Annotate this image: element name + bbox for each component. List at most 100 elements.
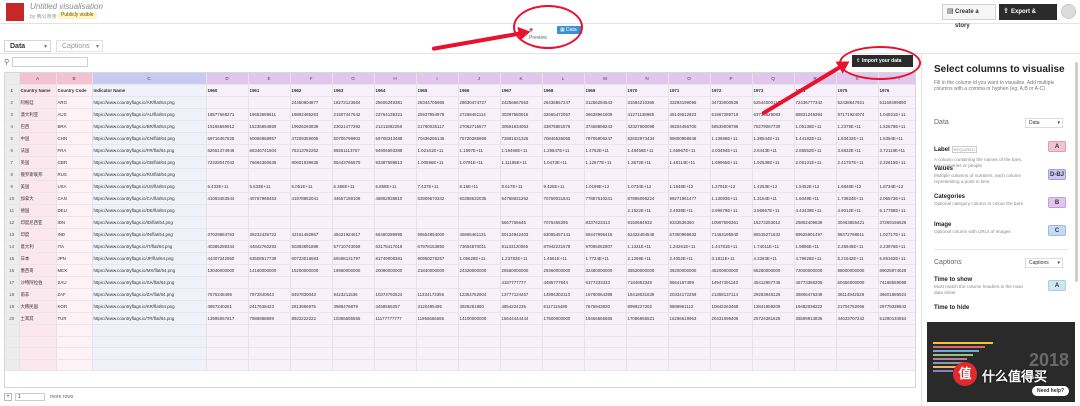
data-cell[interactable]: 2.41757E+11	[836, 156, 879, 170]
data-cell[interactable]: 53909570342	[416, 192, 459, 206]
sheet-select[interactable]: Data ▾	[4, 40, 51, 52]
data-cell[interactable]	[584, 168, 627, 182]
data-cell[interactable]: 美国	[19, 180, 57, 194]
data-cell[interactable]: 39200000000	[668, 264, 711, 278]
binding-time-to-show-input[interactable]: A	[1048, 280, 1066, 291]
data-cell[interactable]: 8337423313	[584, 216, 627, 230]
need-help-button[interactable]: Need help?	[1032, 386, 1069, 396]
data-cell[interactable]: 74188559098	[878, 276, 915, 290]
data-cell[interactable]: 3120495495	[416, 300, 459, 314]
data-cell[interactable]: 1.2379E+11	[836, 120, 879, 134]
data-cell[interactable]: 67978153850	[416, 240, 459, 254]
data-cell[interactable]	[416, 204, 459, 218]
data-cell[interactable]: 15165569912	[206, 120, 249, 134]
data-cell[interactable]: 5.17788E+11	[878, 204, 915, 218]
data-cell[interactable]: 1.48456E+11	[626, 144, 669, 158]
row-number[interactable]: 7	[5, 156, 20, 170]
data-cell[interactable]	[290, 276, 333, 290]
data-cell[interactable]	[56, 359, 93, 372]
data-cell[interactable]: 52438647921	[836, 96, 879, 110]
data-cell[interactable]	[836, 359, 879, 372]
data-cell[interactable]: 1.0473E+11	[542, 156, 585, 170]
data-cell[interactable]: https://www.countryflags.io/BR/flat/64.p…	[92, 120, 207, 134]
data-cell[interactable]: 53508617739	[248, 252, 291, 266]
data-cell[interactable]	[248, 336, 291, 349]
data-cell[interactable]: 41093453544	[206, 192, 249, 206]
header-cell[interactable]: 1968	[542, 84, 585, 98]
data-cell[interactable]: https://www.countryflags.io/AU/flat/64.p…	[92, 108, 207, 122]
row-number[interactable]: 13	[5, 228, 20, 242]
data-cell[interactable]	[500, 324, 543, 337]
add-rows-button[interactable]: +	[4, 393, 12, 401]
data-cell[interactable]: 60358632035	[458, 192, 501, 206]
data-cell[interactable]	[542, 336, 585, 349]
data-cell[interactable]: 27268451114	[458, 108, 501, 122]
data-cell[interactable]	[374, 216, 417, 230]
data-cell[interactable]: 56480289995	[374, 228, 417, 242]
data-cell[interactable]: ARG	[56, 96, 93, 110]
data-cell[interactable]: 53085457141	[542, 228, 585, 242]
row-number[interactable]: 15	[5, 252, 20, 266]
data-cell[interactable]: 33293199095	[668, 96, 711, 110]
data-cell[interactable]	[794, 324, 837, 337]
data-cell[interactable]: https://www.countryflags.io/RU/flat/64.p…	[92, 168, 207, 182]
data-cell[interactable]	[458, 324, 501, 337]
data-cell[interactable]	[332, 336, 375, 349]
data-cell[interactable]: https://www.countryflags.io/IN/flat/64.p…	[92, 228, 207, 242]
data-cell[interactable]: 16780064398	[584, 288, 627, 302]
data-cell[interactable]: 24256667553	[500, 96, 543, 110]
data-cell[interactable]: 意大利	[19, 240, 57, 254]
data-cell[interactable]	[416, 276, 459, 290]
data-cell[interactable]: 2.1522E+11	[626, 204, 669, 218]
data-cell[interactable]	[458, 276, 501, 290]
data-cell[interactable]: USA	[56, 180, 93, 194]
data-cell[interactable]	[206, 204, 249, 218]
data-cell[interactable]	[416, 324, 459, 337]
data-cell[interactable]: 9664157499	[668, 276, 711, 290]
data-cell[interactable]	[374, 168, 417, 182]
data-cell[interactable]: 6.386E+11	[332, 180, 375, 194]
data-cell[interactable]: 8922222222	[290, 312, 333, 326]
data-cell[interactable]	[92, 336, 207, 349]
data-cell[interactable]	[248, 324, 291, 337]
data-cell[interactable]	[290, 204, 333, 218]
data-cell[interactable]: 15200000000	[290, 264, 333, 278]
data-cell[interactable]: 59554854000	[416, 228, 459, 242]
data-cell[interactable]	[92, 324, 207, 337]
data-cell[interactable]: 14947391140	[710, 276, 753, 290]
data-cell[interactable]	[794, 347, 837, 360]
data-cell[interactable]: 大韩民国	[19, 300, 57, 314]
data-cell[interactable]: 45200000000	[710, 264, 753, 278]
data-cell[interactable]: 99525901497	[794, 228, 837, 242]
data-cell[interactable]: 2.4052E+11	[668, 252, 711, 266]
data-cell[interactable]: 40385288344	[206, 240, 249, 254]
data-cell[interactable]: 88831245394	[794, 108, 837, 122]
data-cell[interactable]: 94906593388	[374, 144, 417, 158]
data-cell[interactable]: 2417638423	[248, 300, 291, 314]
data-cell[interactable]: 44633707242	[836, 312, 879, 326]
data-cell[interactable]: 2.23976E+11	[878, 240, 915, 254]
data-cell[interactable]: 45865461131	[458, 228, 501, 242]
data-cell[interactable]: 5.633E+11	[248, 180, 291, 194]
data-cell[interactable]	[626, 168, 669, 182]
header-cell[interactable]: Country Code	[56, 84, 93, 98]
data-cell[interactable]: 10997590361	[710, 216, 753, 230]
data-cell[interactable]: 印度	[19, 228, 57, 242]
data-cell[interactable]: 47209359005	[290, 132, 333, 146]
data-cell[interactable]: 63175417019	[374, 240, 417, 254]
data-cell[interactable]	[290, 216, 333, 230]
data-cell[interactable]: 3458565257	[374, 300, 417, 314]
data-cell[interactable]: 44842760293	[248, 240, 291, 254]
data-cell[interactable]: 10373792524	[374, 288, 417, 302]
data-table[interactable]: ABCDEFGHIJKLMNOPQRSTUV1Country NameCount…	[5, 73, 915, 372]
data-cell[interactable]: 87896095224	[626, 192, 669, 206]
binding-categories-input[interactable]: B	[1048, 197, 1066, 208]
data-cell[interactable]	[878, 347, 915, 360]
column-letter[interactable]: P	[710, 73, 753, 86]
data-cell[interactable]: 6117115489	[542, 300, 585, 314]
data-cell[interactable]: 45412957746	[752, 276, 795, 290]
data-cell[interactable]: 29293948126	[752, 288, 795, 302]
data-cell[interactable]: 1.6049E+11	[794, 192, 837, 206]
data-cell[interactable]: 50134942403	[500, 228, 543, 242]
data-cell[interactable]	[374, 276, 417, 290]
